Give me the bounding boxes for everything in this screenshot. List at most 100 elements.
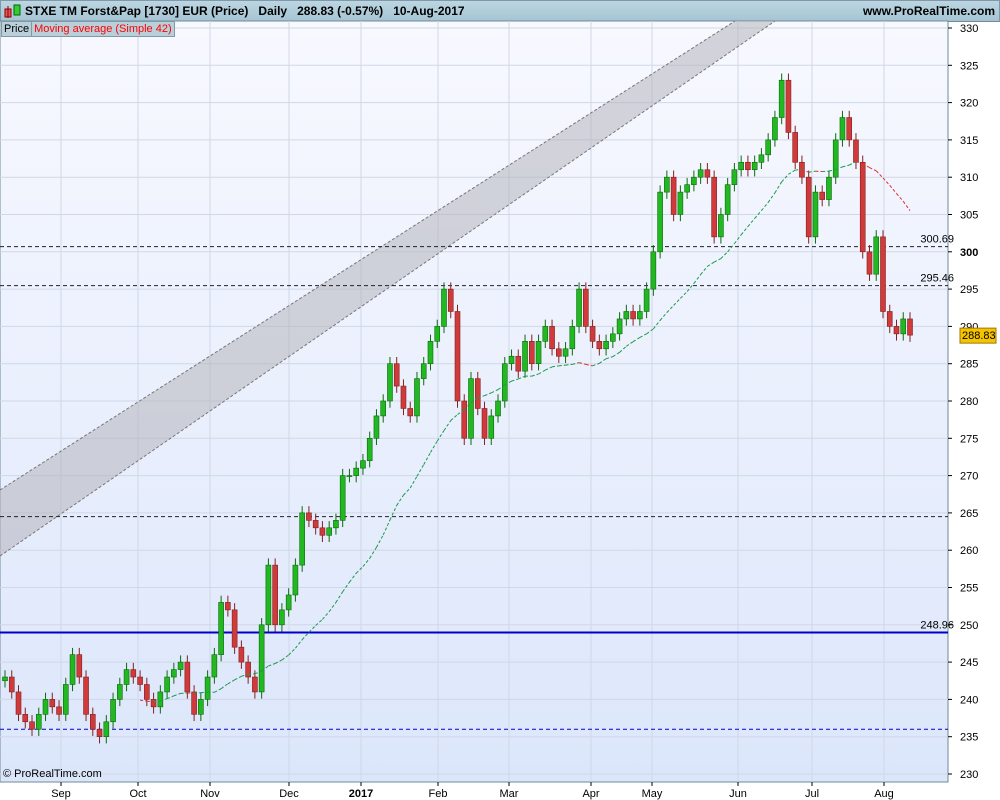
candle-body: [110, 699, 116, 723]
x-tick-label: Mar: [500, 788, 519, 800]
candle-body: [204, 676, 211, 700]
candle-body: [711, 176, 717, 238]
legend-moving-average[interactable]: Moving average (Simple 42): [31, 22, 174, 36]
y-tick-label: 270: [960, 471, 978, 483]
candle-body: [724, 184, 731, 215]
candle-body: [103, 721, 110, 738]
candle-body: [576, 288, 582, 327]
candle-body: [326, 527, 332, 536]
candle-body: [718, 214, 724, 238]
candle-body: [623, 311, 630, 320]
candle-body: [501, 363, 508, 402]
copyright: © ProRealTime.com: [3, 768, 102, 780]
candle-body: [677, 191, 684, 215]
legend: Price Moving average (Simple 42): [1, 21, 175, 37]
candle-body: [832, 139, 839, 178]
candle-body: [265, 564, 272, 626]
y-tick-label: 320: [960, 98, 978, 110]
x-tick-label: Feb: [429, 788, 448, 800]
candle-body: [670, 176, 677, 215]
y-tick-label: 280: [960, 396, 978, 408]
candle-body: [589, 326, 596, 342]
x-tick-label: Dec: [279, 788, 299, 800]
candle-body: [29, 721, 35, 730]
candle-body: [333, 520, 339, 529]
candle-body: [859, 161, 866, 253]
candle-body: [360, 460, 366, 469]
candle-body: [144, 684, 150, 700]
y-tick-label: 310: [960, 172, 978, 184]
candle-body: [603, 341, 609, 350]
candle-body: [191, 691, 197, 715]
candle-body: [785, 79, 792, 133]
candle-body: [488, 415, 495, 439]
candle-body: [684, 184, 690, 193]
candle-body: [893, 326, 900, 335]
x-tick-label: Jun: [729, 788, 747, 800]
candle-body: [150, 699, 157, 708]
candle-body: [49, 699, 56, 708]
y-tick-label: 255: [960, 583, 978, 595]
candle-body: [745, 161, 751, 171]
candle-body: [238, 646, 245, 663]
x-tick-label: Apr: [582, 788, 599, 800]
candle-body: [556, 348, 562, 357]
y-tick-label: 315: [960, 135, 978, 147]
candle-body: [420, 363, 427, 379]
candle-body: [583, 288, 589, 327]
candle-body: [279, 609, 285, 626]
candle-body: [407, 408, 414, 417]
candle-body: [792, 132, 798, 163]
candle-body: [353, 467, 359, 476]
candle-body: [96, 728, 103, 737]
candle-body: [252, 676, 258, 693]
candle-body: [123, 669, 130, 685]
candle-body: [454, 311, 461, 402]
candle-body: [89, 714, 96, 730]
candle-body: [164, 676, 170, 693]
candle-body: [171, 669, 177, 678]
price-chart[interactable]: Sep Oct Nov Dec 2017 Feb Mar Apr May Jun Jul Aug 230…: [0, 0, 1000, 800]
candle-body: [907, 318, 913, 336]
candle-body: [650, 251, 657, 290]
candle-body: [56, 706, 62, 715]
candle-body: [117, 684, 123, 700]
x-tick-label: Oct: [129, 788, 146, 800]
candle-body: [738, 161, 744, 171]
candle-body: [22, 714, 29, 723]
candle-body: [177, 661, 184, 670]
candle-body: [319, 527, 326, 536]
candle-body: [346, 475, 353, 477]
level-label: 295.46: [920, 273, 954, 285]
y-tick-label: 250: [960, 620, 978, 632]
x-tick-label: Sep: [51, 788, 71, 800]
candle-body: [616, 318, 623, 335]
candle-body: [846, 117, 853, 141]
candle-body: [866, 251, 873, 275]
candle-body: [873, 236, 880, 275]
candle-body: [414, 378, 420, 417]
candle-body: [643, 288, 650, 312]
candle-body: [285, 594, 292, 611]
candle-body: [826, 176, 832, 200]
candle-body: [819, 191, 826, 200]
candle-body: [42, 699, 49, 715]
y-tick-label: 285: [960, 359, 978, 371]
y-tick-label: 265: [960, 508, 978, 520]
candle-body: [772, 117, 778, 141]
candle-body: [461, 400, 468, 439]
candle-body: [569, 326, 576, 350]
candle-body: [697, 169, 704, 178]
candle-body: [474, 378, 481, 409]
candle-body: [839, 117, 846, 141]
candle-body: [130, 669, 137, 678]
candle-body: [137, 676, 143, 685]
y-tick-label: 230: [960, 769, 978, 781]
candle-body: [387, 363, 393, 402]
candle-body: [481, 408, 488, 439]
candle-body: [765, 139, 771, 156]
legend-price[interactable]: Price: [2, 22, 31, 36]
candle-body: [853, 139, 859, 163]
candle-body: [447, 288, 454, 312]
candle-body: [306, 512, 312, 521]
